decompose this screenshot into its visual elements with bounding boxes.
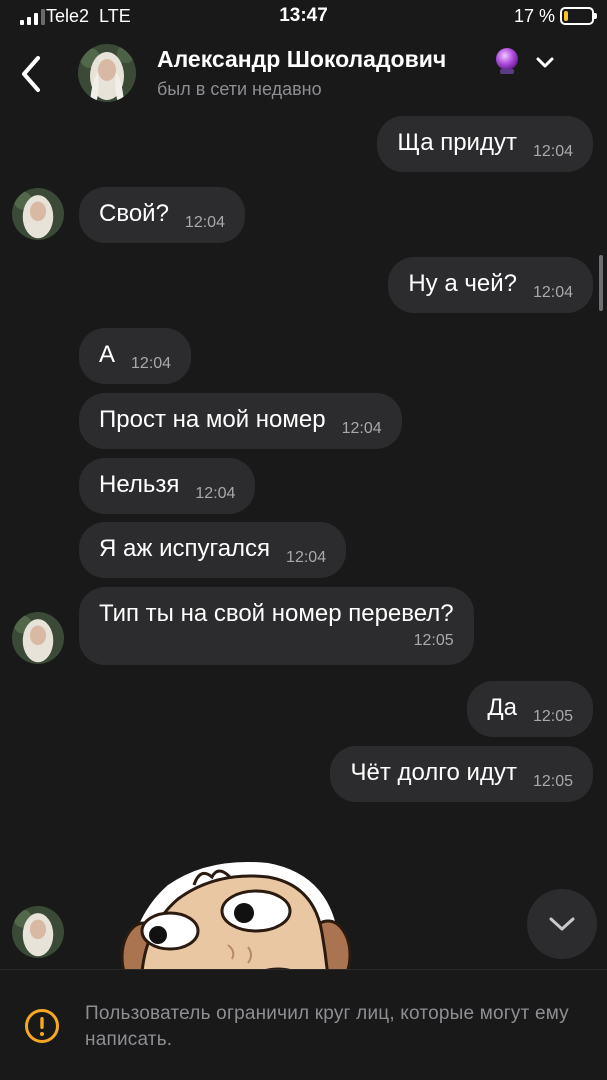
sender-avatar[interactable] (12, 612, 64, 664)
header-menu-button[interactable] (532, 49, 558, 75)
message-bubble-outgoing[interactable]: Ща придут 12:04 (377, 116, 593, 172)
cartoon-dog-sticker[interactable] (108, 855, 368, 971)
message-text: А (99, 341, 116, 368)
message-time: 12:04 (184, 214, 225, 231)
back-button[interactable] (14, 52, 50, 96)
chevron-down-icon (549, 917, 575, 931)
message-bubble-incoming[interactable]: Свой? 12:04 (79, 187, 245, 243)
message-bubble-incoming[interactable]: Нельзя 12:04 (79, 458, 256, 514)
message-time: 12:05 (413, 632, 454, 649)
restriction-notice: Пользователь ограничил круг лиц, которые… (0, 970, 607, 1080)
chevron-left-icon (22, 56, 40, 92)
message-time: 12:05 (532, 708, 573, 725)
message-time: 12:04 (532, 284, 573, 301)
scroll-indicator[interactable] (599, 255, 603, 311)
sender-avatar[interactable] (12, 188, 64, 240)
sender-avatar[interactable] (12, 906, 64, 958)
contact-name[interactable]: Александр Шоколадович (157, 46, 446, 73)
message-text: Нельзя (99, 471, 180, 498)
message-text: Ну а чей? (408, 270, 517, 297)
scroll-down-button[interactable] (527, 889, 597, 959)
message-time: 12:04 (131, 355, 172, 372)
message-text: Прост на мой номер (99, 406, 326, 433)
warning-icon (24, 1008, 60, 1044)
message-bubble-incoming[interactable]: Тип ты на свой номер перевел? 12:05 (79, 587, 474, 665)
message-text: Ща придут (397, 129, 517, 156)
chevron-down-icon (536, 57, 554, 68)
contact-avatar[interactable] (78, 44, 136, 102)
message-bubble-outgoing[interactable]: Да 12:05 (467, 681, 593, 737)
message-text: Чёт долго идут (350, 759, 517, 786)
message-bubble-outgoing[interactable]: Чёт долго идут 12:05 (330, 746, 593, 802)
battery-percent: 17 % (513, 6, 555, 26)
message-text: Я аж испугался (99, 535, 271, 562)
notice-text: Пользователь ограничил круг лиц, которые… (85, 1003, 569, 1050)
crystal-ball-icon (493, 47, 521, 75)
message-time: 12:04 (195, 485, 236, 502)
message-bubble-incoming[interactable]: Я аж испугался 12:04 (79, 522, 347, 578)
message-text: Тип ты на свой номер перевел? (99, 600, 454, 627)
status-bar: Tele2 LTE 13:47 17 % (0, 0, 607, 34)
message-bubble-incoming[interactable]: А 12:04 (79, 328, 192, 384)
message-time: 12:04 (286, 549, 327, 566)
message-bubble-incoming[interactable]: Прост на мой номер 12:04 (79, 393, 402, 449)
message-bubble-outgoing[interactable]: Ну а чей? 12:04 (388, 257, 593, 313)
chat-header: Александр Шоколадович был в сети недавно (0, 34, 607, 114)
battery-icon (560, 7, 597, 25)
battery-fill (564, 11, 569, 21)
message-time: 12:04 (532, 143, 573, 160)
message-text: Да (487, 694, 517, 721)
message-text: Свой? (99, 200, 169, 227)
contact-status: был в сети недавно (157, 79, 322, 99)
message-time: 12:05 (532, 773, 573, 790)
message-time: 12:04 (341, 420, 382, 437)
